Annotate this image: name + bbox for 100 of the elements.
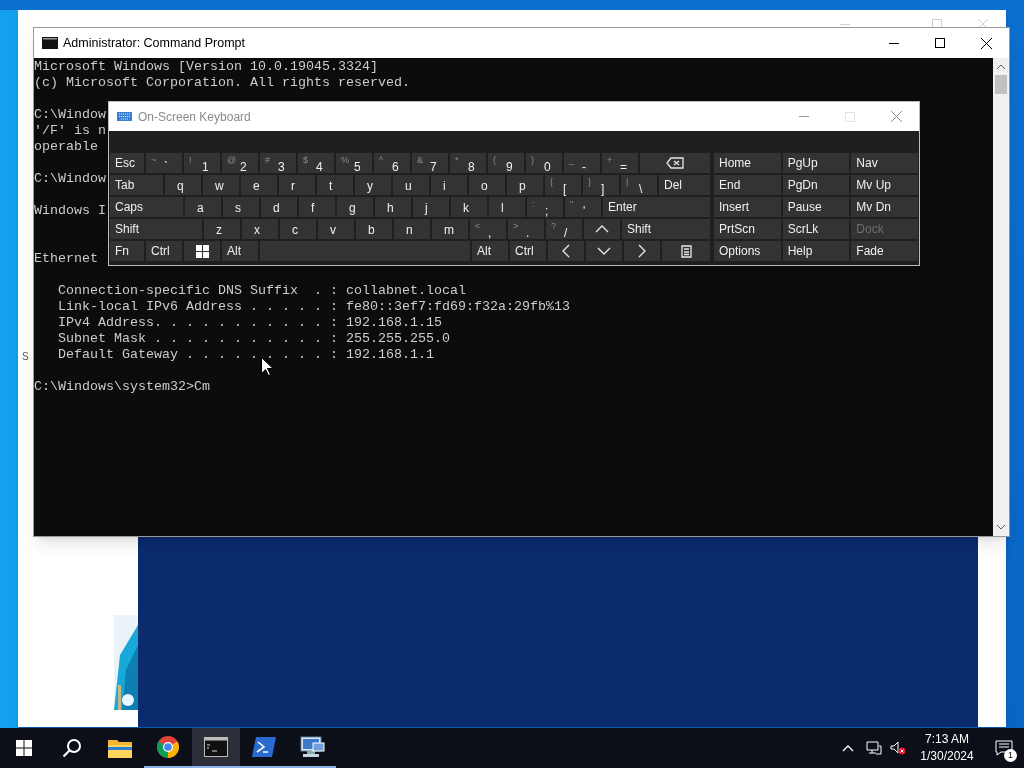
keyboard-key[interactable]: Insert	[714, 197, 781, 217]
keyboard-key[interactable]: Mv Up	[851, 175, 918, 195]
scroll-up-icon	[997, 64, 1005, 69]
keyboard-key[interactable]: PrtScn	[714, 219, 781, 239]
keyboard-key[interactable]: Help	[782, 241, 850, 261]
scroll-thumb[interactable]	[995, 75, 1007, 94]
keyboard-key[interactable]: d	[261, 197, 297, 217]
keyboard-key[interactable]: Shift	[622, 219, 710, 239]
console-text: Ethernet	[34, 251, 98, 266]
keyboard-key[interactable]: Alt	[472, 241, 508, 261]
keyboard-key[interactable]: l	[489, 197, 525, 217]
keyboard-key[interactable]: + =	[602, 153, 638, 173]
console-text: C:\Window	[34, 107, 106, 122]
keyboard-key[interactable]: @ 2	[222, 153, 258, 173]
keyboard-key[interactable]: } ]	[583, 175, 619, 195]
chat-bubble-icon	[995, 740, 1013, 756]
keyboard-key[interactable]: ScrLk	[782, 219, 850, 239]
keyboard-key[interactable]: w	[203, 175, 239, 195]
keyboard-key[interactable]: f	[299, 197, 335, 217]
keyboard-key[interactable]: Ctrl	[146, 241, 182, 261]
console-text: Link-local IPv6 Address . . . . . :	[58, 299, 338, 315]
keyboard-key[interactable]: $ 4	[298, 153, 334, 173]
keyboard-key[interactable]: & 7	[412, 153, 448, 173]
console-text: 255.255.255.0	[345, 331, 450, 347]
keyboard-key[interactable]: Del	[659, 175, 710, 195]
keyboard-key[interactable]: p	[507, 175, 543, 195]
powershell-icon	[252, 737, 276, 757]
keyboard-key[interactable]: n	[394, 219, 430, 239]
keyboard-key[interactable]: Options	[714, 241, 781, 261]
keyboard-key[interactable]: m	[432, 219, 468, 239]
console-text: (c) Microsoft Corporation. All rights reserved.	[34, 75, 410, 90]
chevron-up-icon	[842, 744, 854, 752]
keyboard-key[interactable]	[184, 241, 220, 261]
keyboard-key[interactable]: o	[469, 175, 505, 195]
console-text: C:\Window	[34, 171, 106, 186]
keyboard-key[interactable]: End	[714, 175, 781, 195]
keyboard-key[interactable]: Home	[714, 153, 781, 173]
keyboard-key[interactable]: Alt	[222, 241, 258, 261]
keyboard-key[interactable]: i	[431, 175, 467, 195]
keyboard-key[interactable]: s	[223, 197, 259, 217]
keyboard-key[interactable]: Ctrl	[510, 241, 546, 261]
keyboard-key[interactable]: a	[185, 197, 221, 217]
keyboard-key[interactable]: Tab	[110, 175, 163, 195]
keyboard-key[interactable]: Pause	[782, 197, 850, 217]
clock-time: 7:13 AM	[925, 731, 969, 748]
search-icon	[62, 738, 82, 758]
keyboard-key[interactable]: Shift	[110, 219, 202, 239]
keyboard-key[interactable]: < ,	[470, 219, 506, 239]
keyboard-key[interactable]: v	[318, 219, 354, 239]
keyboard-key[interactable]: | \	[621, 175, 657, 195]
keyboard-key[interactable]: x	[242, 219, 278, 239]
keyboard-key[interactable]: y	[355, 175, 391, 195]
keyboard-key[interactable]: Fn	[110, 241, 144, 261]
minimize-icon	[799, 116, 809, 117]
scrollbar[interactable]	[993, 58, 1009, 536]
keyboard-key[interactable]: > .	[508, 219, 544, 239]
keyboard-key[interactable]: z	[204, 219, 240, 239]
keyboard-key[interactable]: Enter	[603, 197, 710, 217]
keyboard-key[interactable]: k	[451, 197, 487, 217]
keyboard-key[interactable]: e	[241, 175, 277, 195]
keyboard-key[interactable]: : ;	[527, 197, 563, 217]
keyboard-key[interactable]: c	[280, 219, 316, 239]
keyboard-key[interactable]: Fade	[851, 241, 918, 261]
keyboard-key[interactable]: Esc	[110, 153, 144, 173]
chevron-down-icon	[597, 247, 611, 255]
window-title: On-Screen Keyboard	[138, 108, 251, 126]
keyboard-key[interactable]: * 8	[450, 153, 486, 173]
keyboard-key[interactable]: g	[337, 197, 373, 217]
keyboard-key[interactable]: b	[356, 219, 392, 239]
keyboard-key[interactable]: Nav	[851, 153, 918, 173]
taskbar-app[interactable]	[192, 728, 240, 768]
keyboard-key[interactable]: h	[375, 197, 411, 217]
keyboard-key[interactable]: u	[393, 175, 429, 195]
keyboard-key[interactable]: # 3	[260, 153, 296, 173]
keyboard-key[interactable]: " '	[565, 197, 601, 217]
keyboard-key[interactable]: Mv Dn	[851, 197, 918, 217]
keyboard-key[interactable]: ! 1	[184, 153, 220, 173]
console-text: IPv4 Address. . . . . . . . . . . :	[58, 315, 338, 331]
keyboard-key[interactable]: ^ 6	[374, 153, 410, 173]
keyboard-key[interactable]	[662, 241, 710, 261]
keyboard-key[interactable]: ? /	[546, 219, 582, 239]
console-text: '/F' is n	[34, 123, 106, 138]
keyboard-key[interactable]: PgUp	[782, 153, 850, 173]
keyboard-key[interactable]: ~ `	[146, 153, 182, 173]
keyboard-key[interactable]: r	[279, 175, 315, 195]
keyboard-key[interactable]: ) 0	[526, 153, 562, 173]
clock-date: 1/30/2024	[920, 748, 974, 765]
keyboard-key[interactable]: { [	[545, 175, 581, 195]
keyboard-key[interactable]: Caps	[110, 197, 183, 217]
keyboard-key[interactable]	[640, 153, 710, 173]
keyboard-key[interactable]: q	[165, 175, 201, 195]
keyboard-key[interactable]: % 5	[336, 153, 372, 173]
notification-button[interactable]: 1	[984, 728, 1024, 768]
windows-logo-icon	[195, 244, 209, 258]
keyboard-key[interactable]: PgDn	[782, 175, 850, 195]
keyboard-key[interactable]: j	[413, 197, 449, 217]
keyboard-key[interactable]: ( 9	[488, 153, 524, 173]
keyboard-key[interactable]: t	[317, 175, 353, 195]
network-icon	[866, 741, 882, 755]
keyboard-key[interactable]: _ -	[564, 153, 600, 173]
